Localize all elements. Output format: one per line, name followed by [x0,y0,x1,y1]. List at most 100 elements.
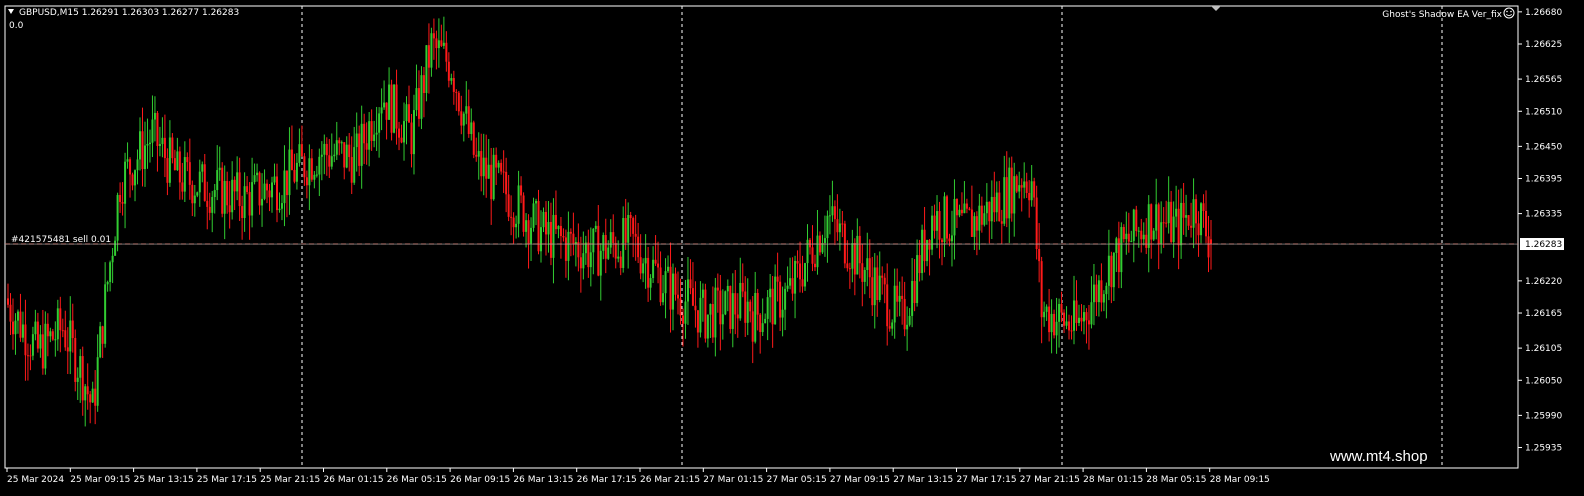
candle-128 [325,137,328,176]
candle-309 [776,252,779,302]
candle-404 [1013,162,1016,237]
candle-257 [647,246,650,302]
candle-340 [853,238,856,296]
candle-318 [799,241,802,293]
candle-477 [1195,194,1198,245]
candle-223 [562,228,565,242]
candle-311 [781,286,784,337]
candle-115 [293,153,296,184]
candle-192 [485,134,488,198]
candle-426 [1068,314,1071,340]
candle-283 [711,286,714,343]
candle-95 [243,172,246,232]
candle-61 [158,126,161,157]
x-tick-label-1: 25 Mar 09:15 [70,475,130,485]
candle-29 [79,349,82,403]
candle-42 [111,247,114,284]
candle-306 [769,273,772,323]
candle-160 [405,96,408,145]
candle-355 [891,319,894,336]
candle-179 [452,70,455,105]
candle-127 [323,134,326,175]
candle-317 [796,250,799,278]
candle-422 [1058,298,1061,348]
candle-153 [388,67,391,121]
candle-268 [674,267,677,301]
candle-159 [403,102,406,161]
candle-363 [911,257,914,328]
candle-320 [804,262,807,291]
candle-258 [649,274,652,301]
candle-0 [7,283,9,308]
candle-85 [218,146,221,181]
candle-43 [114,236,117,256]
candle-242 [609,219,612,254]
candle-32 [86,363,89,410]
time-axis[interactable]: 25 Mar 2024 25 Mar 09:15 25 Mar 13:15 25 Ma… [6,468,1270,485]
candle-119 [303,153,306,186]
candle-234 [589,227,592,287]
candle-52 [136,149,139,185]
price-axis[interactable]: 1.26680 1.26625 1.26565 1.26510 1.26450 1.263… [1518,8,1564,454]
x-tick-label-9: 26 Mar 17:15 [577,475,637,485]
candle-260 [654,235,657,266]
candle-354 [888,309,891,332]
candle-287 [721,289,724,340]
candle-418 [1048,288,1051,342]
candle-313 [786,266,789,292]
chart-window[interactable]: #421575481 sell 0.01 1.26680 1.26625 1.265… [0,0,1584,496]
candle-333 [836,194,839,241]
candle-325 [816,209,819,275]
candle-198 [500,159,503,175]
y-tick-label-5: 1.26395 [1525,175,1562,185]
candle-371 [931,205,934,256]
candle-100 [256,163,259,182]
candle-186 [470,108,473,141]
candle-143 [363,113,366,165]
candle-65 [168,120,171,187]
candle-197 [497,160,500,174]
order-label[interactable]: #421575481 sell 0.01 [11,235,111,245]
candle-230 [579,236,582,293]
y-tick-label-10: 1.26050 [1525,376,1562,386]
watermark: www.mt4.shop [1329,448,1428,465]
candle-193 [487,139,490,179]
candle-129 [328,139,331,178]
candle-108 [275,163,278,223]
candle-267 [672,263,675,331]
candle-435 [1090,276,1093,329]
price-chart[interactable]: #421575481 sell 0.01 1.26680 1.26625 1.265… [0,0,1584,496]
candle-63 [163,114,166,178]
candle-341 [856,218,859,275]
y-tick-label-4: 1.26450 [1525,142,1562,152]
shift-marker-icon[interactable] [1211,6,1221,11]
x-tick-label-2: 25 Mar 13:15 [134,475,194,485]
candle-402 [1008,157,1011,243]
candle-266 [669,242,672,333]
candle-222 [559,216,562,259]
candle-3 [14,313,17,355]
candle-168 [425,45,428,102]
candle-94 [241,195,244,240]
candle-16 [46,313,49,357]
candle-204 [515,215,518,239]
candle-389 [975,211,978,256]
candle-385 [965,198,968,214]
candle-33 [89,390,92,424]
candle-269 [676,271,679,315]
candle-26 [71,303,74,353]
candle-98 [251,157,254,228]
candle-469 [1175,185,1178,228]
candle-215 [542,207,545,233]
candle-367 [921,224,924,281]
candle-221 [557,225,560,239]
x-tick-label-8: 26 Mar 13:15 [513,475,573,485]
candle-240 [604,218,607,274]
menu-triangle-icon[interactable] [8,9,14,14]
candle-56 [146,118,149,169]
candle-277 [696,310,699,348]
candle-111 [283,145,286,227]
candle-55 [143,121,146,187]
candle-328 [823,215,826,257]
candle-409 [1025,172,1028,199]
